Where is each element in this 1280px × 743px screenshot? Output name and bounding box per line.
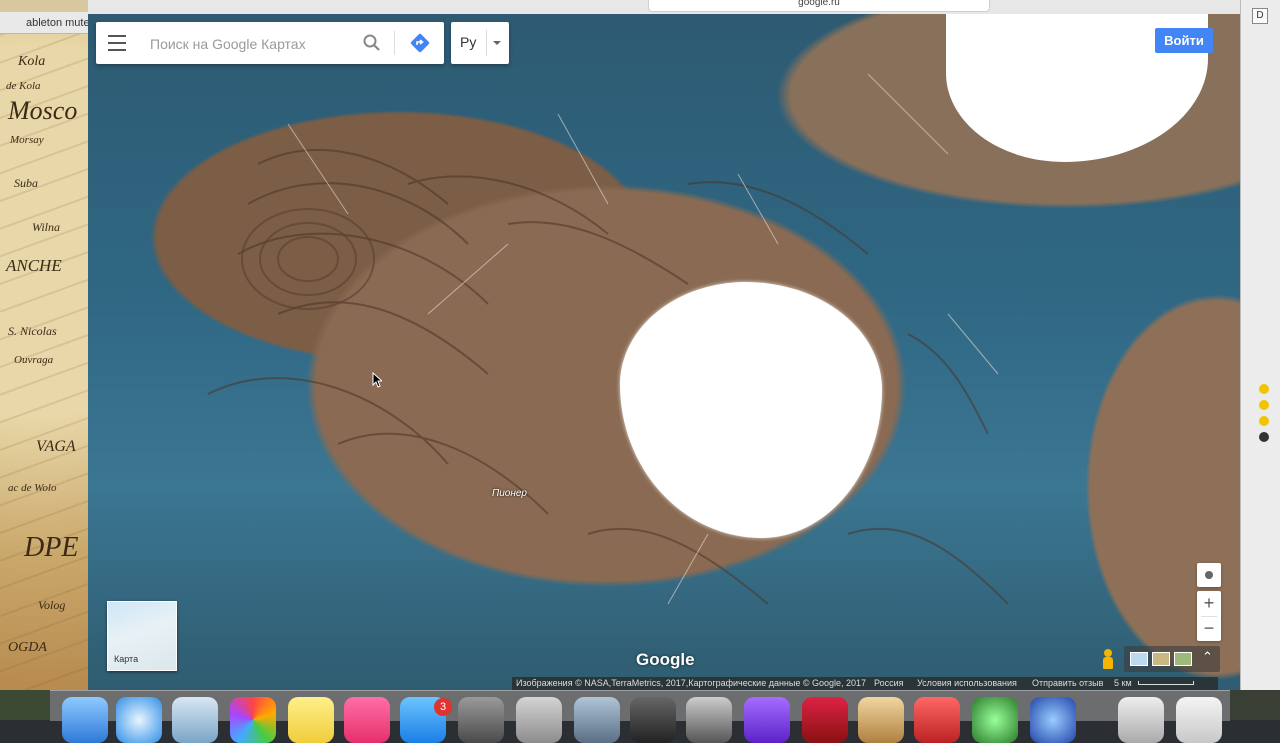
old-map-label: Ouvraga: [14, 354, 54, 366]
old-map-label: ANCHE: [6, 256, 62, 275]
background-map-app-window: ableton mute Kola de Kola Mosco Morsay S…: [0, 0, 92, 690]
browser-address-bar[interactable]: google.ru: [648, 0, 990, 12]
country-link[interactable]: Россия: [874, 677, 904, 690]
search-divider: [394, 31, 395, 55]
old-map-image: Kola de Kola Mosco Morsay Suba Wilna ANC…: [0, 34, 92, 690]
old-map-label: Volog: [38, 598, 66, 612]
old-map-label: Mosco: [8, 96, 78, 125]
imovie-icon[interactable]: [744, 697, 790, 743]
automator-icon[interactable]: [574, 697, 620, 743]
photos-icon[interactable]: [230, 697, 276, 743]
scale-label[interactable]: 5 км: [1114, 677, 1132, 690]
utility-icon[interactable]: [858, 697, 904, 743]
directions-icon[interactable]: [408, 31, 432, 55]
status-dot-icon: [1259, 432, 1269, 442]
imagery-credit: Изображения © NASA,TerraMetrics, 2017,Ка…: [516, 678, 867, 688]
feedback-link[interactable]: Отправить отзыв: [1032, 677, 1103, 690]
layer-thumb[interactable]: [1152, 652, 1170, 666]
old-map-label: Kola: [18, 54, 46, 69]
attribution-bar: Изображения © NASA,TerraMetrics, 2017,Ка…: [512, 677, 1218, 690]
trash-icon[interactable]: [1176, 697, 1222, 743]
old-map-label: VAGA: [36, 438, 76, 455]
pdf-tool-icon[interactable]: [914, 697, 960, 743]
desktop-wallpaper: [0, 690, 50, 720]
old-map-label: DPE: [24, 532, 79, 563]
old-map-label: Suba: [14, 176, 38, 190]
background-app-d-button[interactable]: D: [1252, 8, 1268, 24]
app-store-badge: 3: [434, 698, 452, 716]
map-layer-toggle[interactable]: Карта: [107, 601, 177, 671]
language-divider: [486, 30, 487, 56]
search-box: [96, 22, 444, 64]
terms-link[interactable]: Условия использования: [917, 677, 1017, 690]
zoom-out-button[interactable]: −: [1197, 616, 1221, 641]
chevron-up-icon[interactable]: ⌃: [1202, 649, 1213, 665]
zoom-in-button[interactable]: +: [1197, 591, 1221, 616]
place-label[interactable]: Пионер: [492, 488, 527, 499]
language-label: Ру: [460, 34, 477, 50]
zoom-controls: + −: [1197, 591, 1221, 641]
photo-booth-icon[interactable]: [802, 697, 848, 743]
menu-icon[interactable]: [108, 35, 126, 51]
minimap-label: Карта: [114, 654, 139, 664]
satellite-map[interactable]: Пионер Google: [88, 14, 1240, 690]
preview-icon[interactable]: [516, 697, 562, 743]
notes-icon[interactable]: [288, 697, 334, 743]
google-watermark: Google: [636, 650, 695, 669]
downloads-stack-icon[interactable]: [1118, 697, 1164, 743]
dock: [50, 690, 1230, 743]
layer-thumb[interactable]: [1174, 652, 1192, 666]
old-map-label: Wilna: [32, 220, 61, 234]
old-map-label: S. Nicolas: [8, 324, 57, 338]
image-capture-icon[interactable]: [686, 697, 732, 743]
itunes-icon[interactable]: [344, 697, 390, 743]
language-dropdown[interactable]: Ру: [451, 22, 509, 64]
chevron-down-icon: [493, 41, 501, 45]
pegman-icon[interactable]: [1098, 646, 1118, 672]
safari-icon[interactable]: [116, 697, 162, 743]
desktop-wallpaper: [1230, 690, 1280, 720]
layer-thumb[interactable]: [1130, 652, 1148, 666]
app-icon[interactable]: [972, 697, 1018, 743]
mail-icon[interactable]: [172, 697, 218, 743]
terminal-icon[interactable]: [630, 697, 676, 743]
finder-icon[interactable]: [62, 697, 108, 743]
browser-toolbar: google.ru: [88, 0, 1240, 15]
status-dot-icon: [1259, 384, 1269, 394]
app-icon[interactable]: [1030, 697, 1076, 743]
mouse-cursor-icon: [372, 372, 382, 388]
old-map-label: de Kola: [6, 80, 41, 92]
old-map-label: OGDA: [8, 640, 47, 655]
background-app-window-right: [1240, 0, 1280, 690]
search-icon[interactable]: [362, 33, 382, 53]
scale-bar: [1138, 681, 1194, 685]
imagery-layers-strip: ⌃: [1124, 646, 1220, 672]
status-dot-icon: [1259, 416, 1269, 426]
system-preferences-icon[interactable]: [458, 697, 504, 743]
background-app-tab[interactable]: ableton mute: [0, 12, 92, 34]
old-map-label: ac de Wolo: [8, 482, 57, 494]
my-location-button[interactable]: [1197, 563, 1221, 587]
search-input[interactable]: [148, 31, 352, 57]
old-map-label: Morsay: [10, 134, 44, 146]
sign-in-button[interactable]: Войти: [1155, 28, 1213, 53]
status-dot-icon: [1259, 400, 1269, 410]
